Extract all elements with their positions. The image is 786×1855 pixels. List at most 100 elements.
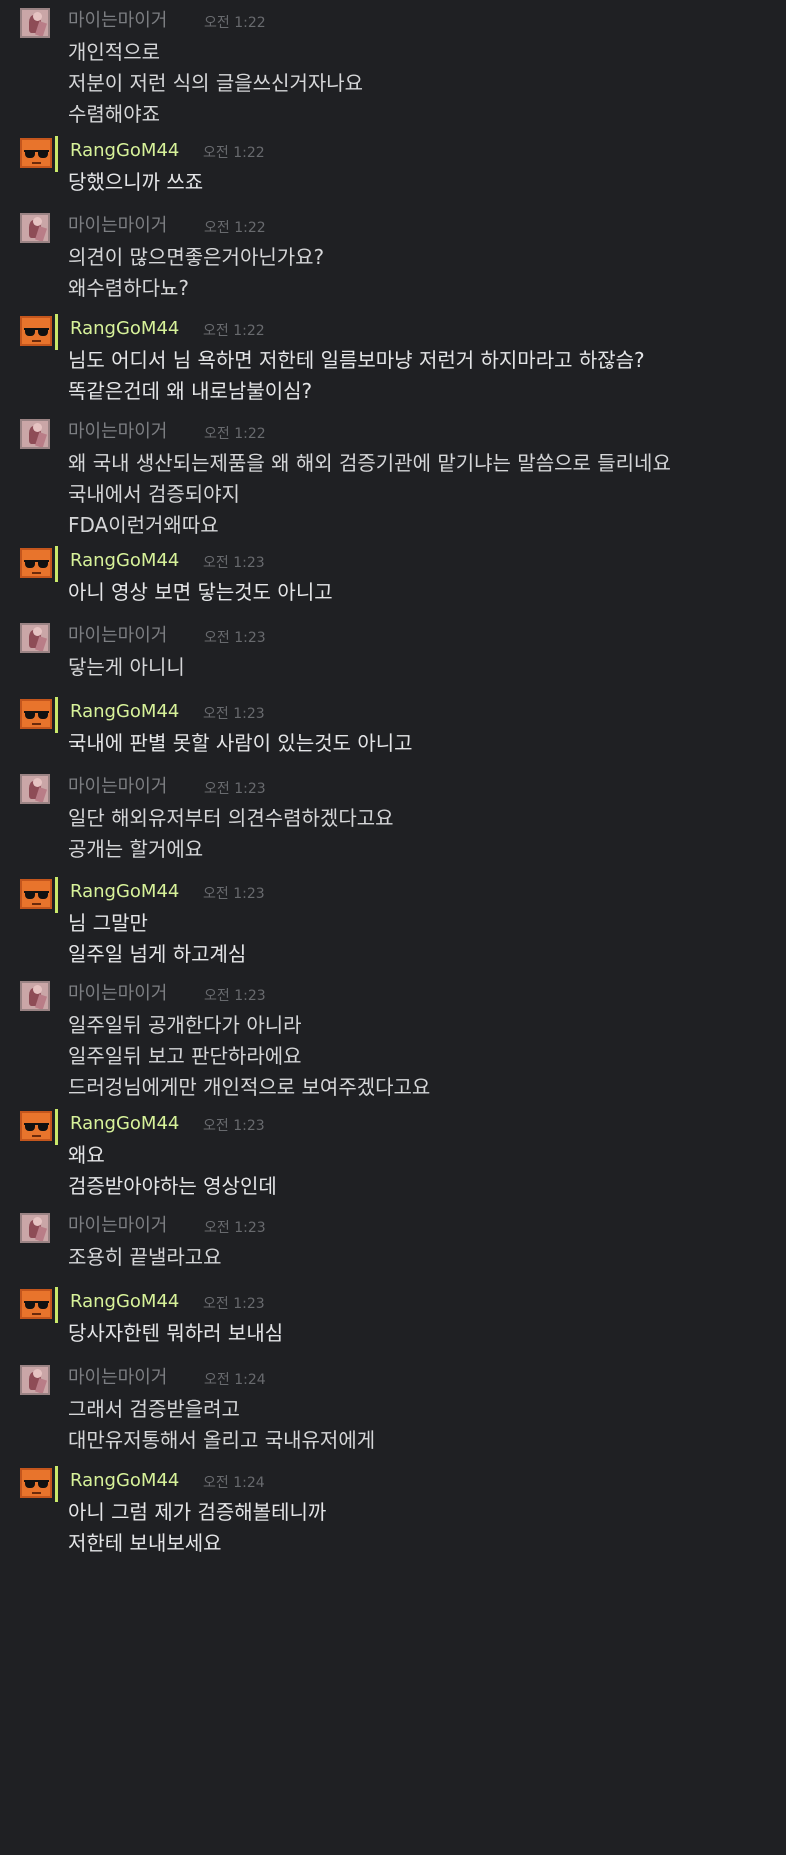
timestamp: 오전 1:24 [203,1475,265,1491]
role-accent-bar [55,136,58,172]
avatar-figure-head [33,627,42,636]
timestamp: 오전 1:22 [203,323,265,339]
avatar[interactable] [20,1289,52,1319]
author-name[interactable]: RangGoM44 [70,550,179,572]
avatar[interactable] [20,623,50,653]
avatar[interactable] [20,1365,50,1395]
message-line: 국내에서 검증되야지 [68,482,240,506]
message-content: 왜요 검증받아야하는 영상인데 [68,1140,277,1202]
avatar-mouth [32,162,41,164]
sunglasses-lens-right [38,892,48,899]
sunglasses-lens-left [25,892,35,899]
timestamp: 오전 1:23 [203,706,265,722]
avatar-mouth [32,1492,41,1494]
author-name[interactable]: 마이는마이거 [68,776,167,798]
role-accent-bar [55,314,58,350]
author-name[interactable]: RangGoM44 [70,1470,179,1492]
avatar-mouth [32,1135,41,1137]
message-content: 일단 해외유저부터 의견수렴하겠다고요 공개는 할거에요 [68,803,394,865]
message-line: 저분이 저런 식의 글을쓰신거자나요 [68,71,364,95]
avatar[interactable] [20,419,50,449]
avatar-figure-head [33,985,42,994]
author-name[interactable]: 마이는마이거 [68,983,167,1005]
timestamp: 오전 1:22 [204,15,266,31]
message-line: 왜수렴하다뇨? [68,276,190,300]
sunglasses-lens-right [38,561,48,568]
message-line: 당사자한텐 뭐하러 보내심 [68,1321,284,1345]
author-name[interactable]: RangGoM44 [70,881,179,903]
avatar-mouth [32,572,41,574]
avatar-figure-head [33,217,42,226]
message-line: 똑같은건데 왜 내로남불이심? [68,379,313,403]
timestamp: 오전 1:22 [204,220,266,236]
avatar-mouth [32,340,41,342]
chat-log: 마이는마이거 오전 1:22 개인적으로 저분이 저런 식의 글을쓰신거자나요 수렴해야… [0,0,786,1855]
timestamp: 오전 1:24 [204,1372,266,1388]
avatar[interactable] [20,1468,52,1498]
avatar[interactable] [20,1213,50,1243]
message-line: 님도 어디서 님 욕하면 저한테 일름보마냥 저런거 하지마라고 하잖슴? [68,348,645,372]
author-name[interactable]: RangGoM44 [70,1291,179,1313]
avatar-mouth [32,723,41,725]
author-name[interactable]: RangGoM44 [70,140,179,162]
timestamp: 오전 1:23 [203,886,265,902]
message-line: 왜요 [68,1143,105,1167]
message-content: 개인적으로 저분이 저런 식의 글을쓰신거자나요 수렴해야죠 [68,37,363,130]
sunglasses-lens-right [38,1302,48,1309]
message-line: 일주일 넘게 하고계심 [68,942,247,966]
message-line: 그래서 검증받을려고 [68,1397,240,1421]
avatar[interactable] [20,548,52,578]
timestamp: 오전 1:23 [204,988,266,1004]
timestamp: 오전 1:23 [204,630,266,646]
author-name[interactable]: 마이는마이거 [68,421,167,443]
sunglasses-lens-left [25,561,35,568]
timestamp: 오전 1:23 [204,1220,266,1236]
role-accent-bar [55,877,58,913]
author-name[interactable]: 마이는마이거 [68,1367,167,1389]
message-content: 닿는게 아니니 [68,652,185,683]
message-content: 왜 국내 생산되는제품을 왜 해외 검증기관에 맡기냐는 말씀으로 들리네요국내… [68,448,671,541]
timestamp: 오전 1:23 [203,555,265,571]
avatar[interactable] [20,213,50,243]
author-name[interactable]: 마이는마이거 [68,1215,167,1237]
message-line: 저한테 보내보세요 [68,1531,222,1555]
sunglasses-lens-left [25,712,35,719]
message-content: 의견이 많으면좋은거아닌가요? 왜수렴하다뇨? [68,242,324,304]
message-content: 님 그말만일주일 넘게 하고계심 [68,908,246,970]
author-name[interactable]: RangGoM44 [70,318,179,340]
timestamp: 오전 1:22 [204,426,266,442]
avatar[interactable] [20,1111,52,1141]
message-line: 대만유저통해서 올리고 국내유저에게 [68,1428,376,1452]
message-line: 님 그말만 [68,911,148,935]
message-content: 국내에 판별 못할 사람이 있는것도 아니고 [68,728,413,759]
author-name[interactable]: 마이는마이거 [68,10,167,32]
timestamp: 오전 1:23 [204,781,266,797]
message-content: 당했으니까 쓰죠 [68,167,203,198]
avatar[interactable] [20,138,52,168]
message-content: 님도 어디서 님 욕하면 저한테 일름보마냥 저런거 하지마라고 하잖슴? 똑같은… [68,345,645,407]
avatar-figure-head [33,1217,42,1226]
avatar[interactable] [20,699,52,729]
author-name[interactable]: RangGoM44 [70,1113,179,1135]
avatar-mouth [32,903,41,905]
sunglasses-lens-right [38,329,48,336]
sunglasses-lens-right [38,712,48,719]
author-name[interactable]: 마이는마이거 [68,625,167,647]
sunglasses-lens-right [38,151,48,158]
avatar[interactable] [20,981,50,1011]
timestamp: 오전 1:22 [203,145,265,161]
avatar[interactable] [20,8,50,38]
avatar[interactable] [20,879,52,909]
message-line: 왜 국내 생산되는제품을 왜 해외 검증기관에 맡기냐는 말씀으로 들리네요 [68,451,671,475]
sunglasses-lens-right [38,1481,48,1488]
message-line: 일주일뒤 보고 판단하라에요 [68,1044,302,1068]
author-name[interactable]: RangGoM44 [70,701,179,723]
sunglasses-lens-left [25,1124,35,1131]
role-accent-bar [55,1287,58,1323]
author-name[interactable]: 마이는마이거 [68,215,167,237]
sunglasses-lens-right [38,1124,48,1131]
avatar[interactable] [20,774,50,804]
sunglasses-lens-left [25,1481,35,1488]
avatar[interactable] [20,316,52,346]
sunglasses-lens-left [25,329,35,336]
